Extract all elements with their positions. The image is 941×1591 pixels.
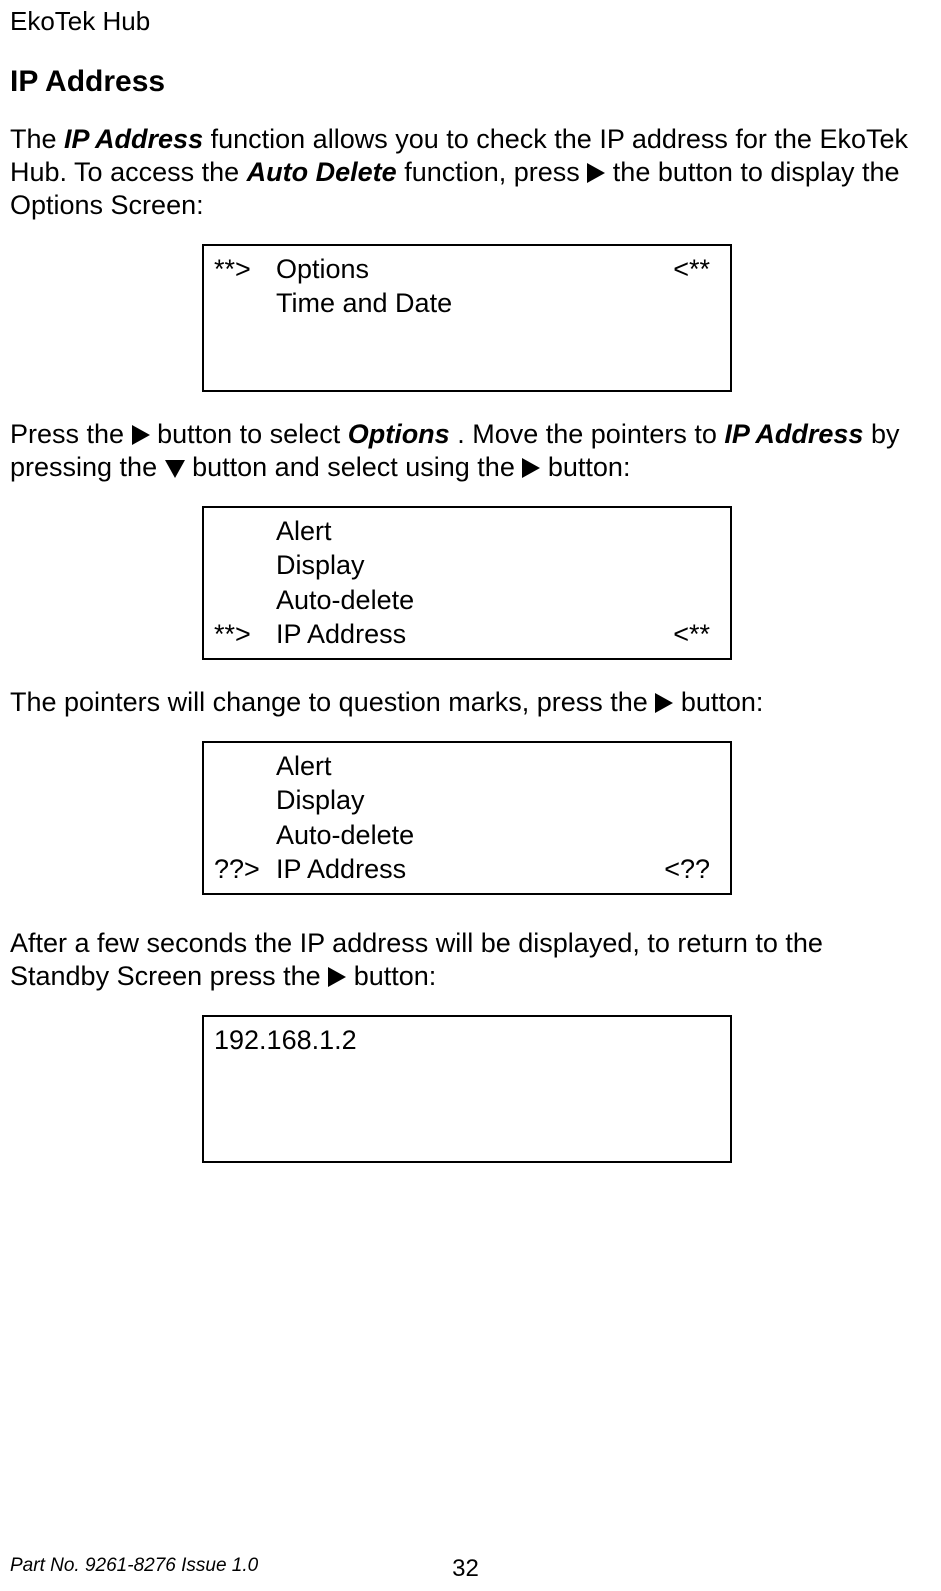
screen-row: 192.168.1.2 [214,1023,720,1058]
pointer-right: <** [673,617,720,652]
section-heading: IP Address [10,65,921,99]
paragraph-2: Press the button to select Options . Mov… [10,418,921,484]
text: function, press [404,157,587,187]
pointer-left [214,548,276,583]
pointer-left [214,286,276,321]
text: . Move the pointers to [457,419,724,449]
pointer-right [710,514,720,549]
pointer-left [214,514,276,549]
text: The [10,124,64,154]
screen-row: Time and Date [214,286,720,321]
screen-row: Display [214,783,720,818]
triangle-right-icon [655,693,673,713]
text: Press the [10,419,132,449]
pointer-right: <?? [664,852,720,887]
page-footer: Part No. 9261-8276 Issue 1.0 32 [10,1555,921,1577]
document-header: EkoTek Hub [10,6,921,37]
term-ip-address: IP Address [64,124,203,154]
screen-text: IP Address [276,617,406,652]
term-ip-address: IP Address [724,419,863,449]
pointer-left: **> [214,617,276,652]
triangle-right-icon [132,425,150,445]
text: The pointers will change to question mar… [10,687,655,717]
text: button: [354,961,437,991]
screen-text: Time and Date [276,286,452,321]
display-screen-options: **> Options <** Time and Date [202,244,732,392]
paragraph-1: The IP Address function allows you to ch… [10,123,921,222]
text: button: [681,687,764,717]
pointer-left [214,583,276,618]
pointer-left [214,818,276,853]
triangle-right-icon [522,458,540,478]
pointer-right [710,286,720,321]
paragraph-3: The pointers will change to question mar… [10,686,921,719]
screen-text: Alert [276,514,332,549]
pointer-right [710,749,720,784]
pointer-left: ??> [214,852,276,887]
paragraph-4: After a few seconds the IP address will … [10,927,921,993]
triangle-right-icon [328,967,346,987]
screen-row: ??> IP Address <?? [214,852,720,887]
screen-text: Display [276,548,365,583]
screen-row: **> Options <** [214,252,720,287]
text: button: [548,452,631,482]
screen-text: Auto-delete [276,583,414,618]
pointer-right [710,783,720,818]
screen-row: **> IP Address <** [214,617,720,652]
pointer-left [214,783,276,818]
term-auto-delete: Auto Delete [247,157,397,187]
screen-text: IP Address [276,852,406,887]
part-number: Part No. 9261-8276 Issue 1.0 [10,1555,258,1577]
triangle-down-icon [165,460,185,478]
pointer-left: **> [214,252,276,287]
screen-text: Auto-delete [276,818,414,853]
pointer-right [710,548,720,583]
screen-text: Alert [276,749,332,784]
display-screen-question: Alert Display Auto-delete ??> IP Address… [202,741,732,895]
term-options: Options [348,419,450,449]
screen-text: Options [276,252,369,287]
document-page: EkoTek Hub IP Address The IP Address fun… [0,0,941,1591]
pointer-right [710,583,720,618]
text: button to select [157,419,348,449]
triangle-right-icon [587,163,605,183]
pointer-left [214,749,276,784]
text: button and select using the [192,452,522,482]
screen-text: 192.168.1.2 [214,1023,357,1058]
display-screen-select-ip: Alert Display Auto-delete **> IP Address… [202,506,732,660]
screen-row: Display [214,548,720,583]
screen-row: Auto-delete [214,818,720,853]
display-screen-result: 192.168.1.2 [202,1015,732,1163]
pointer-right [710,818,720,853]
pointer-right: <** [673,252,720,287]
screen-text: Display [276,783,365,818]
screen-row: Alert [214,749,720,784]
screen-row: Auto-delete [214,583,720,618]
page-number: 32 [452,1555,479,1583]
screen-row: Alert [214,514,720,549]
